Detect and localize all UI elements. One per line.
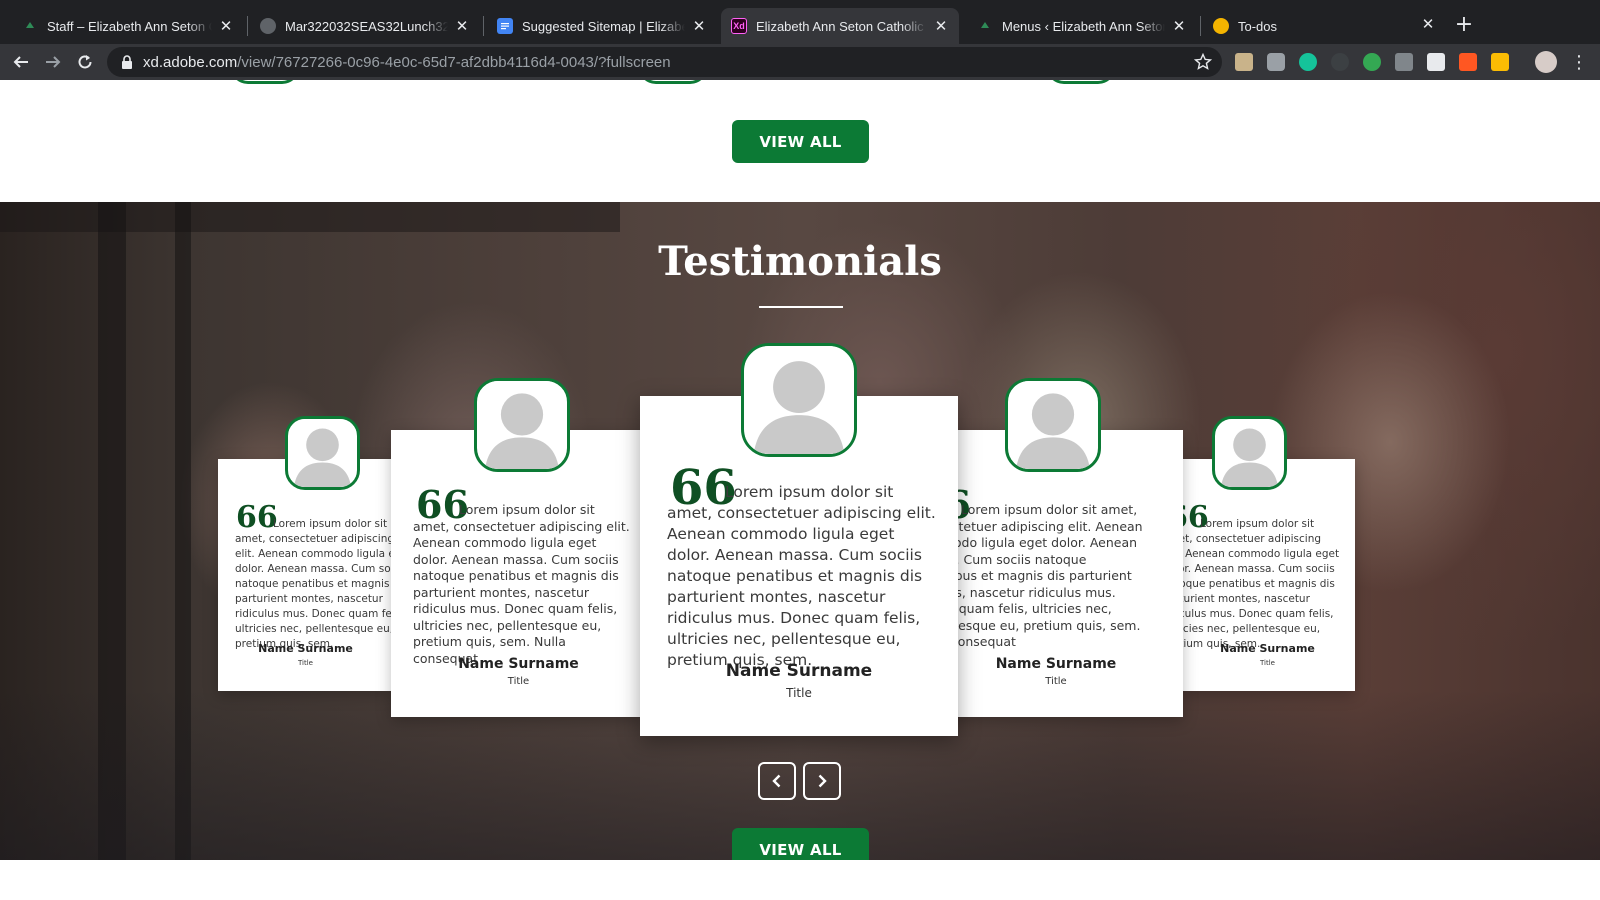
- tab-divider: [1200, 16, 1201, 36]
- tab-divider: [483, 16, 484, 36]
- school-favicon-icon: [22, 18, 38, 34]
- profile-avatar[interactable]: [1535, 51, 1557, 73]
- background-photo-beam: [0, 202, 620, 232]
- pen-extension-icon[interactable]: [1395, 53, 1413, 71]
- testimonial-name: Name Surname: [458, 656, 579, 672]
- close-icon[interactable]: ✕: [454, 18, 470, 35]
- browser-toolbar: xd.adobe.com/view/76727266-0c96-4e0c-65d…: [0, 44, 1600, 80]
- chevron-right-icon: [818, 774, 827, 788]
- tab-title: Menus ‹ Elizabeth Ann Seton Catholic: [1002, 18, 1165, 34]
- view-all-button[interactable]: VIEW ALL: [732, 120, 869, 163]
- user-placeholder-icon: [285, 416, 360, 490]
- more-menu-icon[interactable]: ⋮: [1567, 50, 1591, 74]
- testimonial-title: Title: [786, 686, 812, 700]
- user-placeholder-icon: [474, 378, 570, 472]
- chevron-left-icon: [772, 774, 781, 788]
- testimonial-text: Lorem ipsum dolor sit amet, consectetuer…: [413, 502, 630, 666]
- tab-lunch-menu[interactable]: Mar322032SEAS32Lunch32Menu ✕: [250, 8, 480, 44]
- globe-icon: [260, 18, 276, 34]
- testimonial-name: Name Surname: [1220, 642, 1315, 655]
- lock-icon: [121, 55, 133, 69]
- camera-extension-icon[interactable]: [1267, 53, 1285, 71]
- grammarly-icon[interactable]: [1299, 53, 1317, 71]
- tab-menus[interactable]: Menus ‹ Elizabeth Ann Seton Catholic ✕: [967, 8, 1197, 44]
- close-icon[interactable]: ✕: [933, 18, 949, 35]
- testimonials-section: Testimonials 66 Lorem ipsum dolor sit am…: [0, 202, 1600, 860]
- close-icon[interactable]: ✕: [1171, 18, 1187, 35]
- url-path: /view/76727266-0c96-4e0c-65d7-af2dbb4116…: [237, 53, 671, 71]
- testimonial-title: Title: [1259, 659, 1275, 667]
- testimonial-card-far-right: 66 Lorem ipsum dolor sit amet, consectet…: [1180, 459, 1355, 691]
- adobe-xd-icon: Xd: [731, 18, 747, 34]
- address-bar[interactable]: xd.adobe.com/view/76727266-0c96-4e0c-65d…: [107, 47, 1222, 77]
- testimonial-card-far-left: 66 Lorem ipsum dolor sit amet, consectet…: [218, 459, 393, 691]
- carousel-next-button[interactable]: [803, 762, 841, 800]
- url-host: xd.adobe.com: [143, 53, 238, 71]
- card-edge-peek: [638, 80, 708, 84]
- title-underline: [759, 306, 843, 308]
- school-favicon-icon: [977, 18, 993, 34]
- card-edge-peek: [230, 80, 300, 84]
- testimonial-text: Lorem ipsum dolor sit amet, consectetuer…: [930, 502, 1143, 649]
- testimonial-text: Lorem ipsum dolor sit amet, consectetuer…: [667, 483, 936, 669]
- user-placeholder-icon: [1212, 416, 1287, 490]
- testimonial-name: Name Surname: [258, 642, 353, 655]
- image-extension-icon[interactable]: [1235, 53, 1253, 71]
- user-placeholder-icon: [1005, 378, 1101, 472]
- tracker-extension-icon[interactable]: [1363, 53, 1381, 71]
- testimonial-text: Lorem ipsum dolor sit amet, consectetuer…: [1180, 518, 1340, 650]
- carousel-prev-button[interactable]: [758, 762, 796, 800]
- tab-divider: [247, 16, 248, 36]
- user-placeholder-icon: [741, 343, 857, 457]
- yellow-extension-icon[interactable]: [1491, 53, 1509, 71]
- tab-title: To-dos: [1238, 18, 1278, 34]
- back-arrow-icon[interactable]: [9, 50, 33, 74]
- forward-arrow-icon[interactable]: [41, 50, 65, 74]
- close-icon[interactable]: ✕: [218, 18, 234, 35]
- card-edge-peek: [1046, 80, 1116, 84]
- testimonial-title: Title: [1045, 676, 1067, 687]
- tab-title: Elizabeth Ann Seton Catholic School: [756, 18, 927, 34]
- tab-staff[interactable]: Staff – Elizabeth Ann Seton Catholic Sch…: [12, 8, 244, 44]
- testimonial-text: Lorem ipsum dolor sit amet, consectetuer…: [235, 518, 393, 650]
- todo-app-icon: [1213, 18, 1229, 34]
- tab-title: Mar322032SEAS32Lunch32Menu: [285, 18, 448, 34]
- tab-title: Suggested Sitemap | Elizabeth Ann Seton: [522, 18, 685, 34]
- red-extension-icon[interactable]: [1427, 53, 1445, 71]
- tab-xd-active[interactable]: Xd Elizabeth Ann Seton Catholic School ✕: [721, 8, 959, 44]
- browser-tab-strip: Staff – Elizabeth Ann Seton Catholic Sch…: [0, 0, 1600, 44]
- new-tab-plus-icon[interactable]: +: [1452, 12, 1476, 37]
- testimonial-name: Name Surname: [725, 661, 873, 681]
- bookmark-star-icon[interactable]: [1193, 52, 1213, 71]
- close-icon[interactable]: ✕: [1418, 14, 1438, 34]
- tab-todos[interactable]: To-dos: [1203, 8, 1403, 44]
- testimonial-card-right: 66 Lorem ipsum dolor sit amet, consectet…: [930, 430, 1183, 717]
- section-title: Testimonials: [658, 238, 942, 285]
- view-all-testimonials-button[interactable]: VIEW ALL: [732, 828, 869, 860]
- google-docs-icon: [497, 18, 513, 34]
- testimonial-title: Title: [507, 676, 530, 687]
- reload-icon[interactable]: [73, 50, 97, 74]
- close-icon[interactable]: ✕: [691, 18, 707, 35]
- extension-icon[interactable]: [1331, 53, 1349, 71]
- orange-extension-icon[interactable]: [1459, 53, 1477, 71]
- testimonial-card-left: 66 Lorem ipsum dolor sit amet, consectet…: [391, 430, 644, 717]
- testimonial-title: Title: [297, 659, 313, 667]
- tab-title: Staff – Elizabeth Ann Seton Catholic Sch…: [47, 18, 212, 34]
- xd-prototype-viewport: VIEW ALL Testimonials 66 Lorem ipsum dol…: [0, 80, 1600, 900]
- tab-sitemap[interactable]: Suggested Sitemap | Elizabeth Ann Seton …: [487, 8, 717, 44]
- testimonial-name: Name Surname: [995, 656, 1117, 672]
